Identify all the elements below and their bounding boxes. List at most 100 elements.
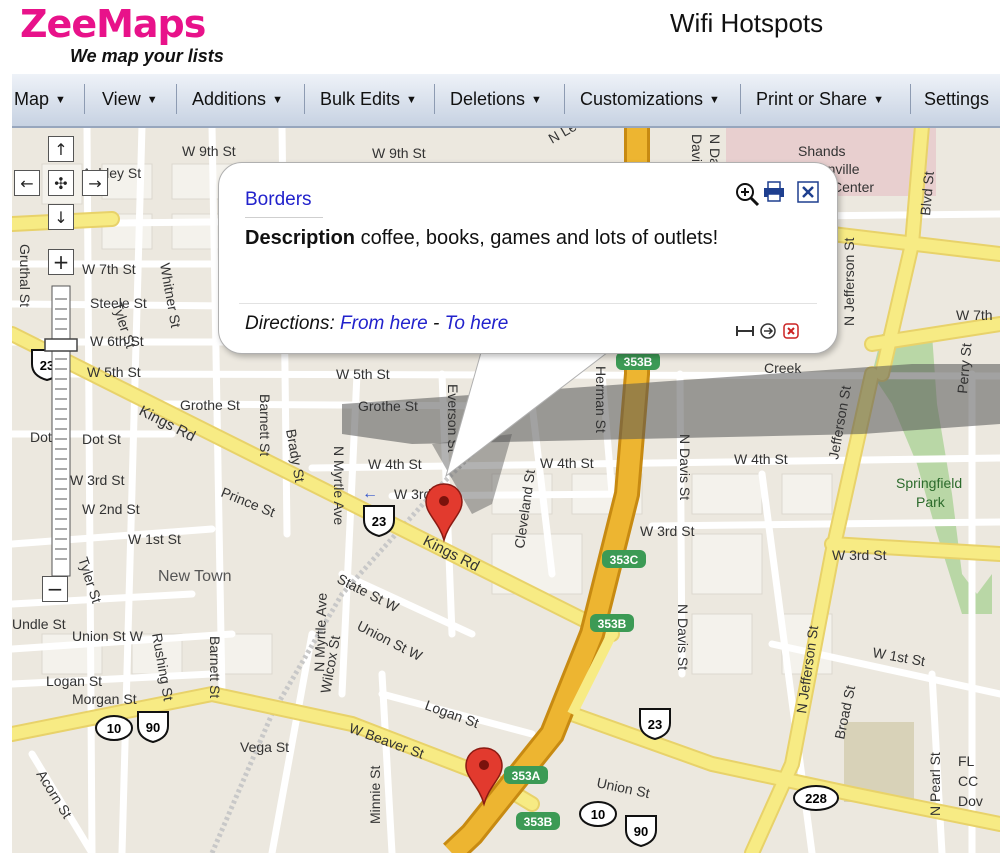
svg-text:90: 90 xyxy=(634,824,648,839)
svg-text:353B: 353B xyxy=(624,355,653,369)
svg-text:353A: 353A xyxy=(512,769,541,783)
us-route-shield: 90 xyxy=(137,711,169,744)
menu-divider xyxy=(740,84,741,114)
dropdown-arrow-icon: ▼ xyxy=(55,94,66,106)
svg-text:353B: 353B xyxy=(598,617,627,631)
menu-view[interactable]: View ▼ xyxy=(102,89,158,110)
street-label: Grothe St xyxy=(180,397,240,413)
pan-up-button[interactable]: ↑ xyxy=(48,136,74,162)
street-label: Vega St xyxy=(240,739,289,755)
dropdown-arrow-icon: ▼ xyxy=(709,94,720,106)
street-label: Herman St xyxy=(593,366,609,433)
street-label: Morgan St xyxy=(72,691,137,707)
zeemaps-logo[interactable]: ZeeMaps We map your lists xyxy=(20,2,224,66)
map-area[interactable]: W 9th St W 9th St Ashley St W 7th St Ste… xyxy=(12,74,1000,853)
street-label: Gruthal St xyxy=(17,244,33,307)
place-label: Park xyxy=(916,494,946,510)
dropdown-arrow-icon: ▼ xyxy=(531,94,542,106)
street-label: Creek xyxy=(764,360,802,376)
street-label: Grothe St xyxy=(358,398,418,414)
menu-customizations[interactable]: Customizations ▼ xyxy=(580,89,720,110)
menu-additions[interactable]: Additions ▼ xyxy=(192,89,283,110)
zoom-in-button[interactable]: + xyxy=(48,249,74,275)
print-icon[interactable] xyxy=(763,181,785,203)
street-label: Union St W xyxy=(72,628,144,644)
logo-text: ZeeMaps xyxy=(20,2,206,46)
description-label: Description xyxy=(245,227,356,249)
directions-from-here-link[interactable]: From here xyxy=(340,313,428,334)
place-label: CC xyxy=(958,773,978,789)
menu-divider xyxy=(84,84,85,114)
svg-text:10: 10 xyxy=(591,807,605,822)
menu-divider xyxy=(176,84,177,114)
street-label: Logan St xyxy=(46,673,102,689)
street-label: W 7th xyxy=(956,307,993,323)
place-label: FL xyxy=(958,753,975,769)
dropdown-arrow-icon: ▼ xyxy=(272,94,283,106)
street-label: Undle St xyxy=(12,616,66,632)
svg-text:90: 90 xyxy=(146,720,160,735)
menu-deletions[interactable]: Deletions ▼ xyxy=(450,89,542,110)
menu-label: Print or Share xyxy=(756,89,868,109)
svg-text:10: 10 xyxy=(107,721,121,736)
pan-right-button[interactable]: → xyxy=(82,170,108,196)
one-way-arrow: ← xyxy=(362,485,378,502)
street-label: Barnett St xyxy=(207,636,223,698)
dropdown-arrow-icon: ▼ xyxy=(406,94,417,106)
pan-down-button[interactable]: ↓ xyxy=(48,204,74,230)
menu-settings[interactable]: Settings xyxy=(924,89,989,110)
street-label: W 3rd St xyxy=(640,523,695,539)
popup-divider xyxy=(239,303,817,304)
svg-text:23: 23 xyxy=(372,514,386,529)
street-label: W 9th St xyxy=(372,145,426,161)
dropdown-arrow-icon: ▼ xyxy=(146,94,158,106)
svg-text:353C: 353C xyxy=(610,553,639,567)
street-label: Dot St xyxy=(82,431,121,447)
marker-description: Description coffee, books, games and lot… xyxy=(245,227,718,250)
place-label: Shands xyxy=(798,143,845,159)
place-label: New Town xyxy=(158,568,232,585)
street-label: W 9th St xyxy=(182,143,236,159)
menu-divider xyxy=(434,84,435,114)
marker-title-link[interactable]: Borders xyxy=(245,189,312,211)
menu-label: Additions xyxy=(192,89,267,109)
menu-divider xyxy=(910,84,911,114)
delete-icon[interactable] xyxy=(783,323,799,339)
dropdown-arrow-icon: ▼ xyxy=(873,94,884,106)
menu-label: Deletions xyxy=(450,89,526,109)
place-label: Center xyxy=(832,179,874,195)
street-label: Minnie St xyxy=(367,766,383,824)
zoom-slider-handle xyxy=(44,338,78,352)
title-divider xyxy=(245,217,323,218)
menu-label: Customizations xyxy=(580,89,704,109)
menu-bulk-edits[interactable]: Bulk Edits ▼ xyxy=(320,89,417,110)
svg-text:228: 228 xyxy=(805,791,827,806)
us-route-shield: 90 xyxy=(625,815,657,848)
street-label: W 5th St xyxy=(336,366,390,382)
directions-to-here-link[interactable]: To here xyxy=(445,313,509,334)
us-route-shield: 23 xyxy=(639,708,671,741)
pan-left-button[interactable]: ← xyxy=(14,170,40,196)
resize-icon[interactable] xyxy=(735,323,755,339)
forward-icon[interactable] xyxy=(759,322,777,340)
menu-map[interactable]: Map ▼ xyxy=(14,89,66,110)
directions-separator: - xyxy=(432,313,440,334)
street-label: W 2nd St xyxy=(82,501,140,517)
street-label: W 4th St xyxy=(734,451,788,467)
menu-print-or-share[interactable]: Print or Share ▼ xyxy=(756,89,884,110)
menu-label: Settings xyxy=(924,89,990,109)
street-label: W 5th St xyxy=(87,364,141,380)
us-route-shield: 23 xyxy=(363,505,395,538)
street-label: W 7th St xyxy=(82,261,136,277)
close-icon[interactable] xyxy=(797,181,819,203)
page-title: Wifi Hotspots xyxy=(670,8,824,38)
logo-tagline: We map your lists xyxy=(70,46,224,66)
directions-row: Directions: From here - To here xyxy=(245,313,508,335)
zoom-out-button[interactable]: − xyxy=(42,576,68,602)
menu-label: Bulk Edits xyxy=(320,89,401,109)
menu-label: Map xyxy=(14,89,50,109)
street-label: N Myrtle Ave xyxy=(331,446,347,525)
pan-center-button[interactable]: ✣ xyxy=(48,170,74,196)
state-route-shield: 10 xyxy=(579,801,617,827)
zoom-in-icon[interactable] xyxy=(734,181,760,207)
